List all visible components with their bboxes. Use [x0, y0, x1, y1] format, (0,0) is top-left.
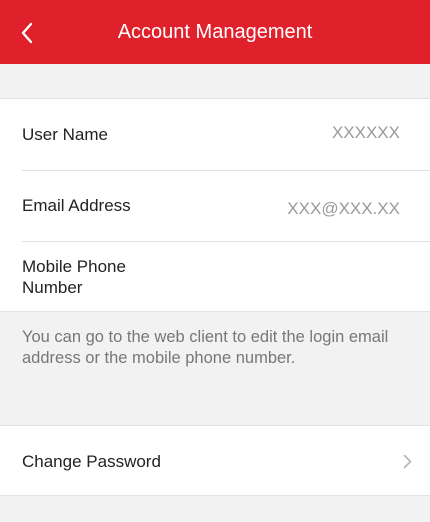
chevron-left-icon	[21, 22, 33, 44]
app-header: Account Management	[0, 0, 430, 64]
user-name-row: User Name XXXXXX	[0, 99, 430, 170]
mobile-phone-row: Mobile Phone Number	[0, 241, 430, 312]
user-name-label: User Name	[22, 125, 108, 144]
change-password-label: Change Password	[22, 452, 161, 471]
email-address-label: Email Address	[22, 196, 131, 215]
edit-info-notice: You can go to the web client to edit the…	[22, 328, 389, 367]
page-title: Account Management	[117, 21, 313, 43]
user-name-value: XXXXXX	[331, 123, 400, 142]
chevron-right-icon	[403, 454, 412, 469]
email-address-value: XXX@XXX.XX	[287, 199, 400, 218]
email-address-row: Email Address XXX@XXX.XX	[0, 170, 430, 241]
back-button[interactable]	[12, 12, 52, 52]
mobile-phone-label: Mobile Phone Number	[22, 257, 126, 297]
account-info-card: User Name XXXXXX Email Address XXX@XXX.X…	[0, 98, 430, 312]
change-password-row[interactable]: Change Password	[0, 425, 430, 496]
